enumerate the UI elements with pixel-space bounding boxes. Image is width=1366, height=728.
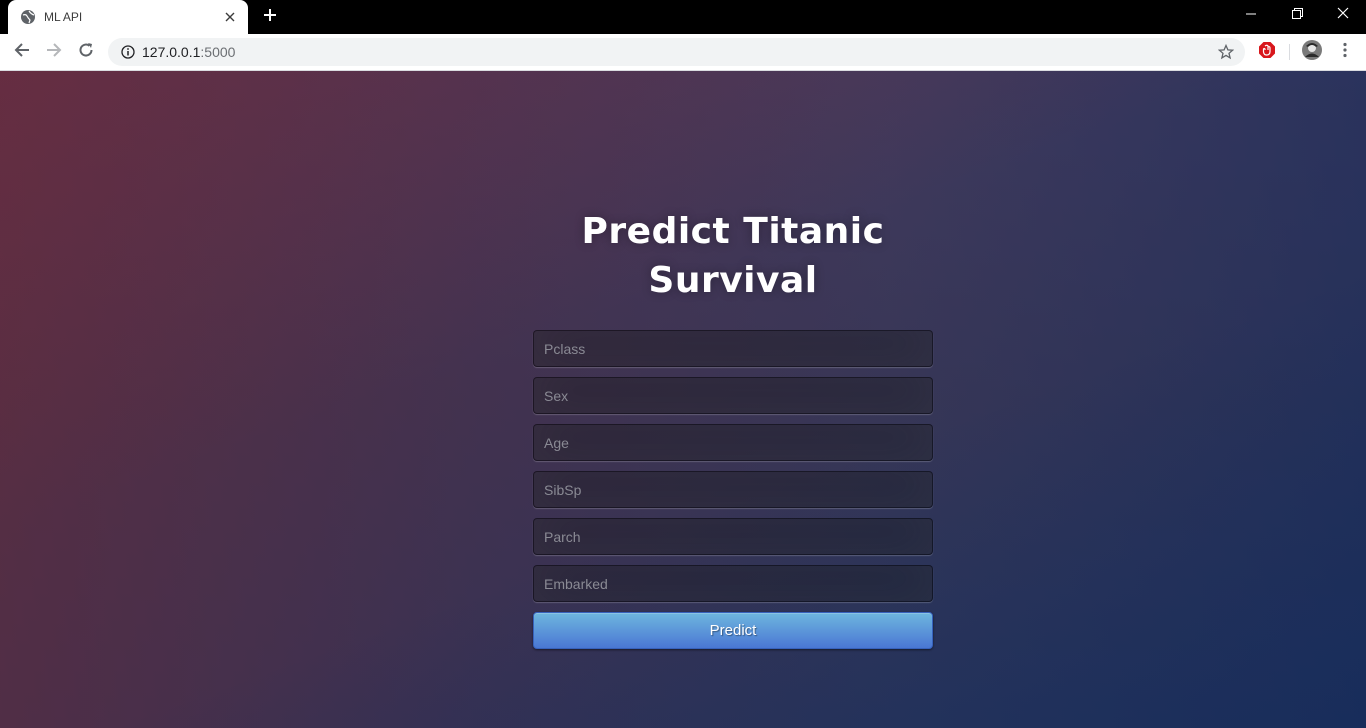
page-title: Predict Titanic Survival [581, 211, 885, 301]
restore-icon [1291, 6, 1303, 24]
url-port: :5000 [200, 44, 236, 60]
star-icon[interactable] [1217, 43, 1235, 61]
adblock-icon [1258, 41, 1276, 64]
menu-icon [1343, 42, 1347, 63]
toolbar-divider [1289, 44, 1290, 60]
pclass-input[interactable] [533, 330, 933, 367]
reload-button[interactable] [72, 39, 100, 65]
plus-icon [263, 8, 277, 27]
arrow-left-icon [14, 42, 30, 63]
tab-strip: ML API [0, 0, 1366, 34]
globe-icon [20, 9, 36, 25]
arrow-right-icon [46, 42, 62, 63]
close-icon[interactable] [222, 9, 238, 25]
forward-button[interactable] [40, 39, 68, 65]
profile-button[interactable] [1301, 39, 1323, 65]
embarked-input[interactable] [533, 565, 933, 602]
sex-input[interactable] [533, 377, 933, 414]
reload-icon [78, 42, 94, 63]
browser-tab[interactable]: ML API [8, 0, 248, 34]
browser-menu-button[interactable] [1334, 41, 1356, 63]
minimize-icon [1246, 6, 1256, 24]
browser-toolbar: 127.0.0.1:5000 [0, 34, 1366, 71]
tab-title: ML API [44, 10, 83, 24]
address-bar[interactable]: 127.0.0.1:5000 [108, 38, 1245, 66]
close-icon [1337, 6, 1349, 24]
sibsp-input[interactable] [533, 471, 933, 508]
info-icon[interactable] [120, 44, 136, 60]
adblock-extension-button[interactable] [1256, 41, 1278, 63]
minimize-button[interactable] [1228, 0, 1274, 30]
new-tab-button[interactable] [258, 6, 282, 28]
profile-avatar [1302, 39, 1322, 65]
back-button[interactable] [8, 39, 36, 65]
prediction-form: Predict Titanic Survival Predict [533, 207, 933, 649]
predict-button[interactable]: Predict [533, 612, 933, 649]
parch-input[interactable] [533, 518, 933, 555]
window-close-button[interactable] [1320, 0, 1366, 30]
age-input[interactable] [533, 424, 933, 461]
url-host: 127.0.0.1 [142, 44, 201, 60]
url-text[interactable]: 127.0.0.1:5000 [142, 44, 1217, 60]
restore-button[interactable] [1274, 0, 1320, 30]
page-content: Predict Titanic Survival Predict [0, 71, 1366, 728]
